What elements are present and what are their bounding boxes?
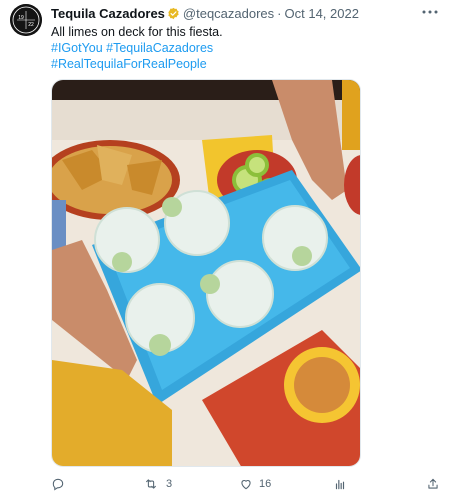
- avatar[interactable]: 19 22: [10, 4, 42, 36]
- post-date[interactable]: Oct 14, 2022: [285, 6, 359, 21]
- separator-dot: ·: [277, 6, 282, 21]
- tweet-text: All limes on deck for this fiesta. #IGot…: [51, 24, 223, 72]
- analytics-icon: [335, 479, 345, 490]
- reply-icon: [52, 478, 64, 491]
- margarita-tray-photo: [52, 80, 360, 466]
- hashtags-line-2[interactable]: #RealTequilaForRealPeople: [51, 56, 223, 72]
- share-button[interactable]: [426, 474, 440, 494]
- hashtags-line-1[interactable]: #IGotYou #TequilaCazadores: [51, 40, 223, 56]
- reply-button[interactable]: [51, 474, 73, 494]
- analytics-button[interactable]: [333, 474, 347, 494]
- avatar-year-left: 19: [18, 15, 24, 21]
- user-handle[interactable]: @teqcazadores: [183, 6, 274, 21]
- retweet-count: 3: [166, 478, 173, 490]
- share-icon: [428, 478, 438, 489]
- tweet-body: All limes on deck for this fiesta.: [51, 25, 223, 39]
- views-count: 16: [259, 478, 272, 490]
- retweet-button[interactable]: 3: [144, 474, 172, 494]
- display-name[interactable]: Tequila Cazadores: [51, 6, 165, 21]
- more-options-icon[interactable]: [420, 4, 440, 20]
- views-count-wrap: 16: [235, 474, 271, 494]
- avatar-year-right: 22: [28, 22, 34, 28]
- tweet[interactable]: 19 22 Tequila Cazadores @teqcazadores · Oct…: [0, 0, 450, 494]
- cazadores-logo-icon: 19 22: [10, 4, 42, 36]
- verified-badge-icon: [168, 7, 179, 20]
- tweet-photo[interactable]: [51, 79, 361, 467]
- tweet-actions: 3 16: [0, 474, 450, 494]
- tweet-header: Tequila Cazadores @teqcazadores · Oct 14, 2…: [51, 6, 359, 22]
- retweet-icon: [146, 479, 156, 489]
